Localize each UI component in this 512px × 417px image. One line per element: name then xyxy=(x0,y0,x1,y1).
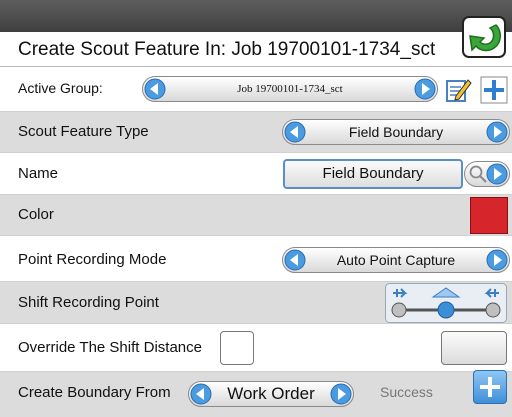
create-boundary-value: Work Order xyxy=(227,384,315,403)
recording-mode-label: Point Recording Mode xyxy=(18,251,167,268)
active-group-row: Active Group: Job 19700101-1734_sct xyxy=(0,67,512,112)
shift-distance-button[interactable] xyxy=(441,331,507,365)
chevron-right-icon[interactable] xyxy=(486,121,508,143)
chevron-left-icon[interactable] xyxy=(284,121,306,143)
active-group-value: Job 19700101-1734_sct xyxy=(237,83,343,95)
override-label: Override The Shift Distance xyxy=(18,339,202,356)
recording-mode-dropdown[interactable]: Auto Point Capture xyxy=(282,247,510,273)
create-boundary-label: Create Boundary From xyxy=(18,384,171,401)
recording-mode-row: Point Recording Mode Auto Point Capture xyxy=(0,236,512,282)
active-group-dropdown[interactable]: Job 19700101-1734_sct xyxy=(142,76,438,102)
chevron-left-icon[interactable] xyxy=(284,249,306,271)
name-search-dropdown[interactable] xyxy=(464,161,510,187)
name-field[interactable]: Field Boundary xyxy=(283,159,463,189)
override-row: Override The Shift Distance xyxy=(0,324,512,372)
shift-slider-icon[interactable] xyxy=(385,283,507,323)
color-label: Color xyxy=(18,206,54,223)
name-label: Name xyxy=(18,165,59,182)
title-bar: Create Scout Feature In: Job 19700101-17… xyxy=(0,32,512,67)
chevron-left-icon[interactable] xyxy=(144,78,166,100)
chevron-right-icon[interactable] xyxy=(414,78,436,100)
create-boundary-row: Create Boundary From Work Order xyxy=(0,372,512,417)
override-checkbox[interactable] xyxy=(220,331,254,365)
chevron-right-icon[interactable] xyxy=(486,163,508,185)
back-arrow-icon xyxy=(469,24,501,52)
status-text: Success xyxy=(380,384,433,400)
feature-type-row: Scout Feature Type Field Boundary xyxy=(0,112,512,153)
top-status-bar xyxy=(0,0,512,32)
feature-type-dropdown[interactable]: Field Boundary xyxy=(282,119,510,145)
back-button[interactable] xyxy=(462,16,506,58)
add-boundary-button[interactable] xyxy=(473,370,507,404)
plus-icon[interactable] xyxy=(480,76,508,104)
page-title: Create Scout Feature In: Job 19700101-17… xyxy=(18,39,436,60)
feature-type-value: Field Boundary xyxy=(348,124,444,140)
create-boundary-dropdown[interactable]: Work Order xyxy=(188,381,354,407)
chevron-right-icon[interactable] xyxy=(486,249,508,271)
recording-mode-value: Auto Point Capture xyxy=(336,252,456,268)
shift-point-label: Shift Recording Point xyxy=(18,294,159,311)
edit-note-icon[interactable] xyxy=(444,76,472,104)
feature-type-label: Scout Feature Type xyxy=(18,123,149,140)
plus-icon xyxy=(480,377,500,397)
magnifier-icon xyxy=(469,165,487,183)
color-swatch[interactable] xyxy=(470,197,508,234)
color-row: Color xyxy=(0,195,512,236)
chevron-left-icon[interactable] xyxy=(190,383,212,405)
chevron-right-icon[interactable] xyxy=(330,383,352,405)
active-group-label: Active Group: xyxy=(18,80,103,96)
